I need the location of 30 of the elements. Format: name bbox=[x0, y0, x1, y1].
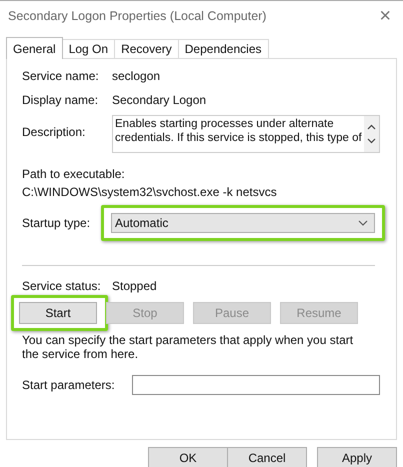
tab[interactable]: General bbox=[6, 37, 63, 59]
dialog-button[interactable]: OK bbox=[148, 447, 228, 467]
tab[interactable]: Log On bbox=[62, 39, 116, 58]
dialog-button[interactable]: Cancel bbox=[227, 447, 307, 467]
field-label: Description: bbox=[22, 125, 86, 139]
close-button[interactable]: × bbox=[375, 4, 395, 28]
dialog-button[interactable]: Apply bbox=[317, 447, 397, 467]
field-value: Secondary Logon bbox=[112, 93, 206, 107]
field-value: seclogon bbox=[112, 69, 160, 83]
description-line: credentials. If this service is stopped, this type of bbox=[115, 131, 362, 145]
field-label: Service name: bbox=[22, 69, 100, 83]
tab[interactable]: Recovery bbox=[114, 39, 179, 58]
field-label: Start parameters: bbox=[22, 378, 116, 392]
field-label: Path to executable: bbox=[22, 167, 125, 181]
start-parameters-field[interactable] bbox=[132, 375, 380, 395]
window-title: Secondary Logon Properties (Local Computer) bbox=[8, 9, 266, 23]
description-box[interactable]: Enables starting processes under alternate credentials. If this service is stopped, this type of bbox=[112, 115, 380, 153]
scroll-up-icon[interactable] bbox=[366, 124, 376, 130]
startup-type-dropdown[interactable]: Automatic bbox=[111, 213, 375, 233]
field-label: Service status: bbox=[22, 279, 102, 293]
chevron-down-icon bbox=[358, 220, 368, 226]
field-label: Startup type: bbox=[22, 216, 92, 230]
description-line: Enables starting processes under alternate bbox=[115, 117, 335, 131]
hint-text: You can specify the start parameters that apply when you start the service from here. bbox=[22, 333, 354, 361]
tab[interactable]: Dependencies bbox=[178, 39, 268, 58]
scroll-down-icon[interactable] bbox=[366, 138, 376, 144]
field-label: Display name: bbox=[22, 93, 100, 107]
service-button[interactable]: Start bbox=[19, 302, 97, 324]
status-value: Stopped bbox=[112, 279, 157, 293]
path-value: C:\WINDOWS\system32\svchost.exe -k netsvcs bbox=[22, 185, 277, 199]
